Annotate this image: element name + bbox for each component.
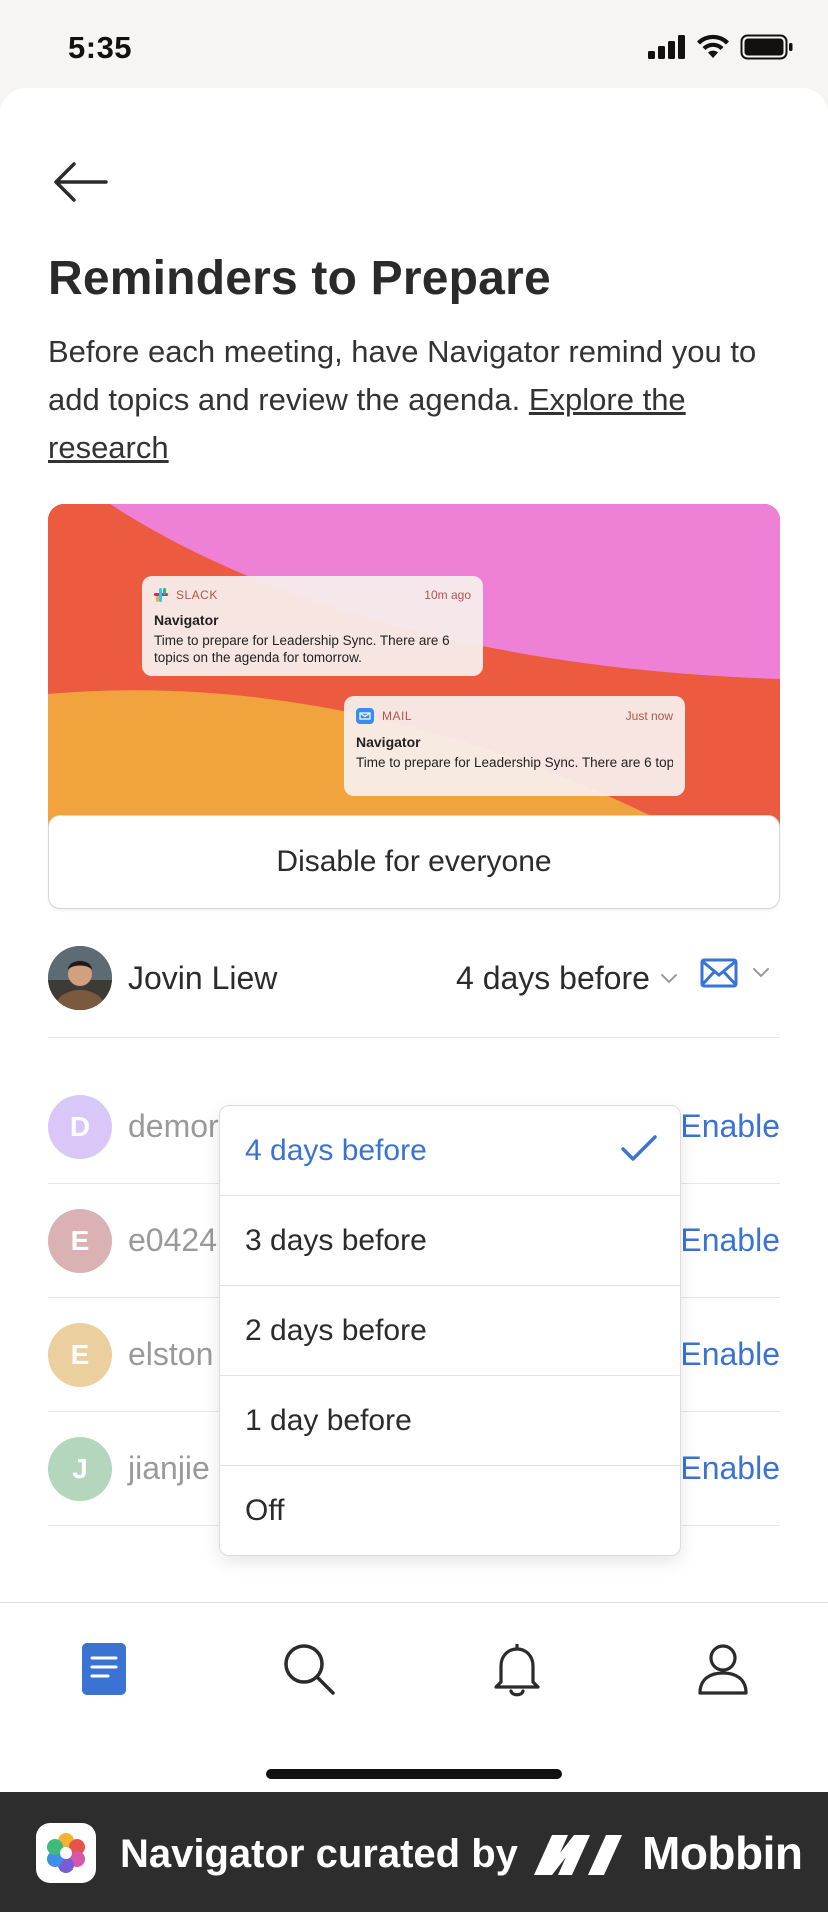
mobbin-brand: Mobbin [534, 1826, 803, 1880]
mail-app-icon [356, 708, 374, 724]
notification-message: Time to prepare for Leadership Sync. The… [356, 755, 673, 770]
dropdown-option[interactable]: Off [220, 1466, 680, 1555]
tab-bar [0, 1602, 828, 1792]
mail-icon [700, 958, 738, 988]
back-button[interactable] [48, 158, 110, 206]
option-label: Off [245, 1494, 285, 1527]
tab-documents[interactable] [74, 1639, 134, 1699]
bell-icon [494, 1644, 540, 1697]
notification-message: Time to prepare for Leadership Sync. The… [154, 633, 450, 665]
document-icon [82, 1643, 126, 1695]
user-name: jianjie [128, 1450, 210, 1486]
tab-search[interactable] [279, 1639, 339, 1699]
enable-button[interactable]: Enable [680, 1336, 780, 1373]
timing-select[interactable]: 4 days before [456, 960, 678, 997]
page-title: Reminders to Prepare [48, 252, 551, 305]
user-name: demor [128, 1108, 219, 1144]
notification-time: Just now [625, 709, 673, 723]
current-user-row: Jovin Liew 4 days before [48, 946, 780, 1038]
footer-curated-text: Navigator curated by [120, 1832, 518, 1876]
status-time: 5:35 [68, 30, 133, 65]
avatar: J [48, 1437, 112, 1501]
avatar: E [48, 1323, 112, 1387]
enable-button[interactable]: Enable [680, 1108, 780, 1145]
channel-select[interactable] [700, 958, 770, 988]
timing-value: 4 days before [456, 960, 650, 996]
disable-for-everyone-button[interactable]: Disable for everyone [48, 815, 780, 909]
chevron-down-icon [660, 973, 677, 983]
mobbin-logo-icon [534, 1835, 622, 1875]
option-label: 2 days before [245, 1313, 427, 1347]
wifi-icon [697, 34, 729, 58]
dropdown-option[interactable]: 3 days before [220, 1196, 680, 1286]
dropdown-option[interactable]: 2 days before [220, 1286, 680, 1376]
enable-button[interactable]: Enable [680, 1450, 780, 1487]
user-name: e0424 [128, 1222, 217, 1258]
navigator-app-icon [36, 1823, 96, 1883]
notification-time: 10m ago [424, 588, 471, 602]
option-label: 1 day before [245, 1403, 412, 1437]
search-icon [284, 1644, 335, 1695]
chevron-down-icon [753, 968, 769, 978]
enable-button[interactable]: Enable [680, 1222, 780, 1259]
tab-profile[interactable] [693, 1639, 753, 1699]
notification-sender: Navigator [154, 612, 219, 628]
avatar: E [48, 1209, 112, 1273]
footer-banner: Navigator curated by Mobbin [0, 1792, 828, 1912]
option-label: 4 days before [245, 1133, 427, 1167]
timing-dropdown-menu: 4 days before 3 days before 2 days befor… [219, 1105, 681, 1556]
current-user-name: Jovin Liew [128, 960, 278, 996]
arrow-left-icon [54, 162, 108, 202]
system-icons [648, 34, 794, 60]
avatar [48, 946, 112, 1010]
status-bar: 5:35 [0, 0, 828, 90]
notification-app: MAIL [382, 709, 413, 723]
navigator-logo-icon [47, 1833, 85, 1873]
slack-notification: SLACK 10m ago Navigator Time to prepare … [142, 576, 483, 676]
notification-sender: Navigator [356, 734, 421, 750]
mail-notification: MAIL Just now Navigator Time to prepare … [344, 696, 685, 796]
dropdown-option[interactable]: 4 days before [220, 1106, 680, 1196]
user-name: elston [128, 1336, 214, 1372]
home-indicator [266, 1769, 562, 1779]
avatar-photo [48, 946, 112, 1010]
battery-icon [740, 34, 793, 60]
notification-app: SLACK [176, 588, 218, 602]
dropdown-option[interactable]: 1 day before [220, 1376, 680, 1466]
notification-header: MAIL Just now [356, 708, 673, 724]
profile-icon [698, 1644, 748, 1695]
slack-icon [154, 588, 168, 602]
page-description: Before each meeting, have Navigator remi… [48, 328, 768, 472]
mobbin-wordmark: Mobbin [642, 1827, 803, 1879]
notification-header: SLACK 10m ago [154, 588, 471, 602]
signal-icon [648, 35, 685, 59]
option-label: 3 days before [245, 1223, 427, 1257]
checkmark-icon [621, 1135, 657, 1161]
tab-notifications[interactable] [487, 1639, 547, 1699]
avatar: D [48, 1095, 112, 1159]
